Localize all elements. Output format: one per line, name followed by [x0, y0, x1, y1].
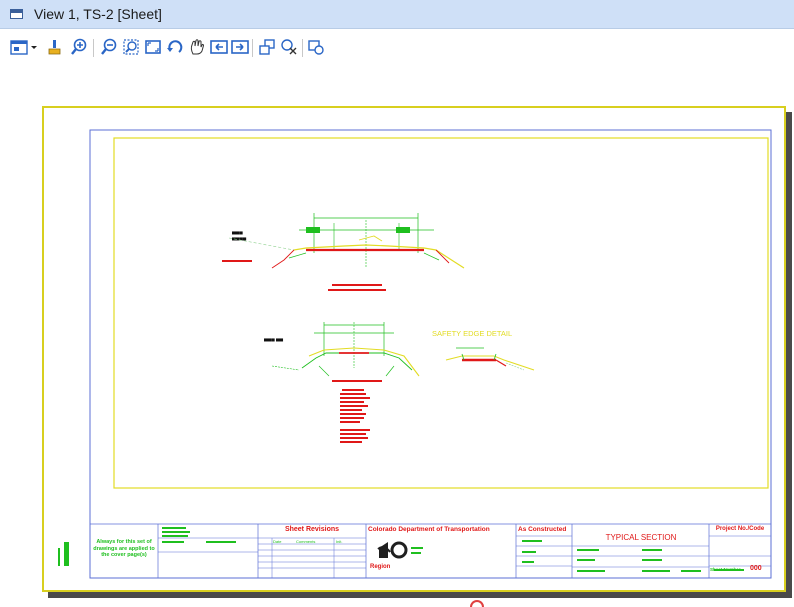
- safety-edge-detail-label: SAFETY EDGE DETAIL: [432, 329, 512, 338]
- sheet-title: TYPICAL SECTION: [605, 533, 677, 542]
- toolbar-separator: [302, 39, 303, 57]
- view-display-icon[interactable]: [307, 38, 325, 56]
- view-window-titlebar[interactable]: View 1, TS-2 [Sheet]: [0, 0, 794, 29]
- drawing-area: [113, 137, 769, 489]
- revision-col-date: Date: [273, 539, 282, 544]
- fit-view-icon[interactable]: [144, 38, 162, 56]
- view-origin-marker: [470, 600, 484, 607]
- title-block-left-note: Always for this set of drawings are appl…: [93, 539, 155, 558]
- region-label: Region: [370, 564, 391, 570]
- view-attributes-icon[interactable]: [10, 38, 28, 56]
- window-area-icon[interactable]: [122, 38, 140, 56]
- sheet-drawing: ▀▀▀ ▀▀▀▀ ▀▀▀ ▀▀ SAFETY EDGE DETAIL: [58, 129, 772, 579]
- sheet-revisions-header: Sheet Revisions: [284, 526, 340, 533]
- svg-text:▀▀▀: ▀▀▀: [232, 231, 243, 238]
- safety-edge-detail: SAFETY EDGE DETAIL: [432, 329, 535, 371]
- rotate-view-icon[interactable]: [166, 38, 184, 56]
- view-control-toolbar: [0, 29, 794, 65]
- svg-text:▀▀▀▀: ▀▀▀▀: [232, 237, 247, 244]
- zoom-in-icon[interactable]: [70, 38, 88, 56]
- toolbar-separator: [252, 39, 253, 57]
- clip-volume-icon[interactable]: [280, 38, 298, 56]
- svg-text:▀▀▀ ▀▀: ▀▀▀ ▀▀: [264, 338, 284, 345]
- window-icon: [10, 9, 23, 19]
- department-name: Colorado Department of Transportation: [368, 526, 490, 533]
- lower-typical-section: ▀▀▀ ▀▀: [264, 322, 420, 443]
- copy-view-icon[interactable]: [258, 38, 276, 56]
- sheet-frame: [89, 129, 772, 579]
- window-title: View 1, TS-2 [Sheet]: [34, 6, 162, 22]
- toolbar-separator: [93, 39, 94, 57]
- previous-view-icon[interactable]: [210, 38, 228, 56]
- zoom-out-icon[interactable]: [100, 38, 118, 56]
- project-number-label: Project No./Code: [715, 526, 765, 532]
- drawing-sheet[interactable]: ▀▀▀ ▀▀▀▀ ▀▀▀ ▀▀ SAFETY EDGE DETAIL Alway…: [42, 106, 786, 592]
- pan-view-icon[interactable]: [188, 38, 206, 56]
- update-view-icon[interactable]: [46, 38, 64, 56]
- as-constructed-label: As Constructed: [518, 526, 567, 533]
- next-view-icon[interactable]: [231, 38, 249, 56]
- sheet-number-label: Sheet Number: [710, 567, 741, 572]
- upper-typical-section: ▀▀▀ ▀▀▀▀: [222, 213, 465, 291]
- revision-col-comments: Comments: [296, 539, 316, 544]
- dropdown-arrow-icon[interactable]: [29, 38, 39, 56]
- revision-col-init: Init.: [336, 539, 343, 544]
- sheet-number: 000: [750, 565, 762, 572]
